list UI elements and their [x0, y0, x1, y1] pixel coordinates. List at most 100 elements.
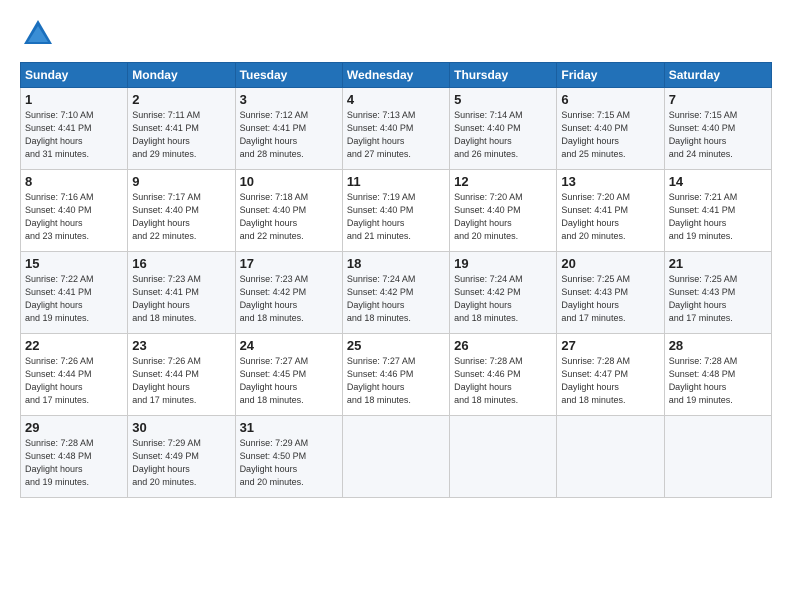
- calendar-cell: 25 Sunrise: 7:27 AMSunset: 4:46 PMDayligh…: [342, 334, 449, 416]
- day-number: 7: [669, 92, 767, 107]
- weekday-header-monday: Monday: [128, 63, 235, 88]
- calendar-cell: 20 Sunrise: 7:25 AMSunset: 4:43 PMDayligh…: [557, 252, 664, 334]
- day-info: Sunrise: 7:16 AMSunset: 4:40 PMDaylight …: [25, 191, 123, 243]
- day-info: Sunrise: 7:14 AMSunset: 4:40 PMDaylight …: [454, 109, 552, 161]
- day-number: 8: [25, 174, 123, 189]
- calendar-cell: 27 Sunrise: 7:28 AMSunset: 4:47 PMDayligh…: [557, 334, 664, 416]
- calendar-cell: 4Sunrise: 7:13 AMSunset: 4:40 PMDaylight…: [342, 88, 449, 170]
- calendar-week-row: 29 Sunrise: 7:28 AMSunset: 4:48 PMDayligh…: [21, 416, 772, 498]
- calendar-cell: [557, 416, 664, 498]
- weekday-header-friday: Friday: [557, 63, 664, 88]
- weekday-header-tuesday: Tuesday: [235, 63, 342, 88]
- calendar-cell: 15 Sunrise: 7:22 AMSunset: 4:41 PMDayligh…: [21, 252, 128, 334]
- day-info: Sunrise: 7:28 AMSunset: 4:48 PMDaylight …: [25, 437, 123, 489]
- day-number: 14: [669, 174, 767, 189]
- day-info: Sunrise: 7:25 AMSunset: 4:43 PMDaylight …: [561, 273, 659, 325]
- day-info: Sunrise: 7:28 AMSunset: 4:47 PMDaylight …: [561, 355, 659, 407]
- calendar-cell: 5 Sunrise: 7:14 AMSunset: 4:40 PMDaylight…: [450, 88, 557, 170]
- day-info: Sunrise: 7:25 AMSunset: 4:43 PMDaylight …: [669, 273, 767, 325]
- day-number: 31: [240, 420, 338, 435]
- calendar-cell: 2 Sunrise: 7:11 AMSunset: 4:41 PMDaylight…: [128, 88, 235, 170]
- day-info: Sunrise: 7:22 AMSunset: 4:41 PMDaylight …: [25, 273, 123, 325]
- day-info: Sunrise: 7:24 AMSunset: 4:42 PMDaylight …: [454, 273, 552, 325]
- day-number: 15: [25, 256, 123, 271]
- day-info: Sunrise: 7:12 AMSunset: 4:41 PMDaylight …: [240, 109, 338, 161]
- calendar-cell: 19 Sunrise: 7:24 AMSunset: 4:42 PMDayligh…: [450, 252, 557, 334]
- day-number: 30: [132, 420, 230, 435]
- page: SundayMondayTuesdayWednesdayThursdayFrid…: [0, 0, 792, 612]
- calendar-cell: 22 Sunrise: 7:26 AMSunset: 4:44 PMDayligh…: [21, 334, 128, 416]
- day-info: Sunrise: 7:24 AMSunset: 4:42 PMDaylight …: [347, 273, 445, 325]
- calendar-cell: 30 Sunrise: 7:29 AMSunset: 4:49 PMDayligh…: [128, 416, 235, 498]
- day-number: 22: [25, 338, 123, 353]
- day-number: 9: [132, 174, 230, 189]
- calendar-cell: 7 Sunrise: 7:15 AMSunset: 4:40 PMDaylight…: [664, 88, 771, 170]
- day-info: Sunrise: 7:15 AMSunset: 4:40 PMDaylight …: [669, 109, 767, 161]
- weekday-header-thursday: Thursday: [450, 63, 557, 88]
- logo: [20, 16, 62, 52]
- day-number: 3: [240, 92, 338, 107]
- calendar-week-row: 1 Sunrise: 7:10 AMSunset: 4:41 PMDaylight…: [21, 88, 772, 170]
- calendar-cell: 11 Sunrise: 7:19 AMSunset: 4:40 PMDayligh…: [342, 170, 449, 252]
- calendar-week-row: 15 Sunrise: 7:22 AMSunset: 4:41 PMDayligh…: [21, 252, 772, 334]
- calendar-cell: [664, 416, 771, 498]
- calendar-cell: 13Sunrise: 7:20 AMSunset: 4:41 PMDayligh…: [557, 170, 664, 252]
- day-number: 21: [669, 256, 767, 271]
- calendar-cell: 9 Sunrise: 7:17 AMSunset: 4:40 PMDaylight…: [128, 170, 235, 252]
- calendar-cell: 31 Sunrise: 7:29 AMSunset: 4:50 PMDayligh…: [235, 416, 342, 498]
- day-info: Sunrise: 7:23 AMSunset: 4:42 PMDaylight …: [240, 273, 338, 325]
- day-info: Sunrise: 7:20 AMSunset: 4:40 PMDaylight …: [454, 191, 552, 243]
- day-info: Sunrise: 7:11 AMSunset: 4:41 PMDaylight …: [132, 109, 230, 161]
- day-info: Sunrise: 7:23 AMSunset: 4:41 PMDaylight …: [132, 273, 230, 325]
- calendar-cell: 28 Sunrise: 7:28 AMSunset: 4:48 PMDayligh…: [664, 334, 771, 416]
- calendar-week-row: 22 Sunrise: 7:26 AMSunset: 4:44 PMDayligh…: [21, 334, 772, 416]
- logo-icon: [20, 16, 56, 52]
- day-number: 6: [561, 92, 659, 107]
- weekday-header-wednesday: Wednesday: [342, 63, 449, 88]
- day-info: Sunrise: 7:29 AMSunset: 4:50 PMDaylight …: [240, 437, 338, 489]
- calendar-cell: 10Sunrise: 7:18 AMSunset: 4:40 PMDayligh…: [235, 170, 342, 252]
- day-info: Sunrise: 7:15 AMSunset: 4:40 PMDaylight …: [561, 109, 659, 161]
- day-number: 4: [347, 92, 445, 107]
- day-number: 17: [240, 256, 338, 271]
- day-number: 25: [347, 338, 445, 353]
- weekday-header-saturday: Saturday: [664, 63, 771, 88]
- calendar-cell: 1 Sunrise: 7:10 AMSunset: 4:41 PMDaylight…: [21, 88, 128, 170]
- day-info: Sunrise: 7:26 AMSunset: 4:44 PMDaylight …: [25, 355, 123, 407]
- weekday-header-row: SundayMondayTuesdayWednesdayThursdayFrid…: [21, 63, 772, 88]
- calendar-cell: [450, 416, 557, 498]
- day-info: Sunrise: 7:28 AMSunset: 4:48 PMDaylight …: [669, 355, 767, 407]
- calendar-cell: 3 Sunrise: 7:12 AMSunset: 4:41 PMDaylight…: [235, 88, 342, 170]
- calendar-cell: 12 Sunrise: 7:20 AMSunset: 4:40 PMDayligh…: [450, 170, 557, 252]
- day-number: 28: [669, 338, 767, 353]
- calendar-cell: 17 Sunrise: 7:23 AMSunset: 4:42 PMDayligh…: [235, 252, 342, 334]
- weekday-header-sunday: Sunday: [21, 63, 128, 88]
- day-info: Sunrise: 7:29 AMSunset: 4:49 PMDaylight …: [132, 437, 230, 489]
- day-info: Sunrise: 7:27 AMSunset: 4:46 PMDaylight …: [347, 355, 445, 407]
- header: [20, 16, 772, 52]
- day-number: 19: [454, 256, 552, 271]
- calendar-cell: 23Sunrise: 7:26 AMSunset: 4:44 PMDayligh…: [128, 334, 235, 416]
- calendar-cell: 16Sunrise: 7:23 AMSunset: 4:41 PMDayligh…: [128, 252, 235, 334]
- day-number: 12: [454, 174, 552, 189]
- day-number: 26: [454, 338, 552, 353]
- day-info: Sunrise: 7:17 AMSunset: 4:40 PMDaylight …: [132, 191, 230, 243]
- calendar-cell: 18 Sunrise: 7:24 AMSunset: 4:42 PMDayligh…: [342, 252, 449, 334]
- calendar-cell: 14Sunrise: 7:21 AMSunset: 4:41 PMDayligh…: [664, 170, 771, 252]
- calendar-cell: 24Sunrise: 7:27 AMSunset: 4:45 PMDayligh…: [235, 334, 342, 416]
- calendar-table: SundayMondayTuesdayWednesdayThursdayFrid…: [20, 62, 772, 498]
- day-number: 11: [347, 174, 445, 189]
- day-number: 23: [132, 338, 230, 353]
- day-number: 1: [25, 92, 123, 107]
- day-number: 29: [25, 420, 123, 435]
- day-number: 20: [561, 256, 659, 271]
- day-number: 24: [240, 338, 338, 353]
- day-number: 18: [347, 256, 445, 271]
- day-info: Sunrise: 7:19 AMSunset: 4:40 PMDaylight …: [347, 191, 445, 243]
- day-number: 27: [561, 338, 659, 353]
- calendar-cell: 8 Sunrise: 7:16 AMSunset: 4:40 PMDaylight…: [21, 170, 128, 252]
- calendar-week-row: 8 Sunrise: 7:16 AMSunset: 4:40 PMDaylight…: [21, 170, 772, 252]
- day-number: 2: [132, 92, 230, 107]
- day-info: Sunrise: 7:10 AMSunset: 4:41 PMDaylight …: [25, 109, 123, 161]
- day-number: 5: [454, 92, 552, 107]
